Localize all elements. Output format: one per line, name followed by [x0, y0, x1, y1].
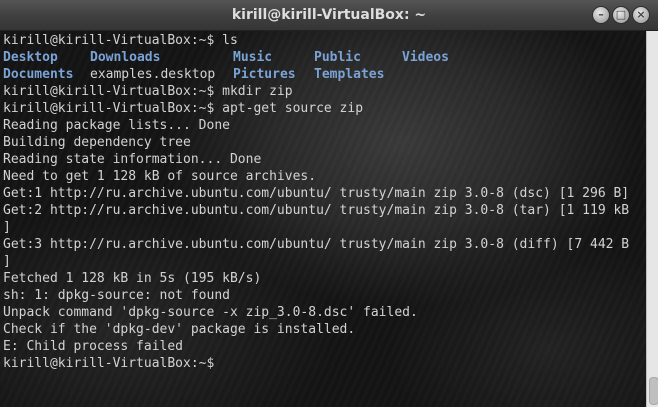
terminal-line: kirill@kirill-VirtualBox:~$ ls [3, 33, 238, 48]
dir-entry: Templates [314, 67, 385, 82]
terminal-line: Get:1 http://ru.archive.ubuntu.com/ubunt… [3, 186, 630, 201]
dir-entry: Videos [402, 50, 449, 65]
dir-entry: Public [314, 50, 361, 65]
maximize-icon[interactable]: □ [613, 7, 629, 23]
terminal-line: Reading state information... Done [3, 152, 262, 167]
terminal-line: Get:2 http://ru.archive.ubuntu.com/ubunt… [3, 203, 630, 218]
file-entry: examples.desktop [90, 67, 216, 82]
terminal-line: Fetched 1 128 kB in 5s (195 kB/s) [3, 271, 262, 286]
terminal-line: sh: 1: dpkg-source: not found [3, 288, 230, 303]
terminal-line: kirill@kirill-VirtualBox:~$ apt-get sour… [3, 101, 364, 116]
terminal-line: Building dependency tree [3, 135, 191, 150]
terminal-line: Reading package lists... Done [3, 118, 230, 133]
scrollbar-thumb[interactable] [649, 377, 658, 405]
terminal-window: kirill@kirill-VirtualBox: ~ – □ × kirill… [0, 0, 658, 407]
window-title: kirill@kirill-VirtualBox: ~ [231, 7, 427, 23]
terminal-line: Unpack command 'dpkg-source -x zip_3.0-8… [3, 305, 418, 320]
terminal-line: ] [3, 220, 11, 235]
terminal-prompt[interactable]: kirill@kirill-VirtualBox:~$ [3, 355, 646, 372]
terminal-line: ] [3, 254, 11, 269]
vertical-scrollbar[interactable] [646, 31, 658, 407]
terminal-line: E: Child process failed [3, 339, 184, 354]
dir-entry: Music [233, 50, 273, 65]
terminal-line: kirill@kirill-VirtualBox:~$ mkdir zip [3, 84, 293, 99]
prompt-text: kirill@kirill-VirtualBox:~$ [3, 356, 215, 371]
dir-entry: Pictures [233, 67, 296, 82]
terminal-line: Need to get 1 128 kB of source archives. [3, 169, 317, 184]
ls-output-row: Documents examples.desktop Pictures Temp… [3, 66, 646, 83]
terminal-line: Get:3 http://ru.archive.ubuntu.com/ubunt… [3, 237, 630, 252]
dir-entry: Desktop [3, 50, 58, 65]
minimize-icon[interactable]: – [593, 7, 609, 23]
terminal-output[interactable]: kirill@kirill-VirtualBox:~$ ls Desktop D… [0, 31, 646, 407]
close-icon[interactable]: × [633, 7, 649, 23]
dir-entry: Downloads [90, 50, 161, 65]
ls-output-row: Desktop Downloads Music Public Videos [3, 49, 646, 66]
title-bar[interactable]: kirill@kirill-VirtualBox: ~ – □ × [0, 0, 658, 31]
dir-entry: Documents [3, 67, 74, 82]
terminal-line: Check if the 'dpkg-dev' package is insta… [3, 322, 356, 337]
